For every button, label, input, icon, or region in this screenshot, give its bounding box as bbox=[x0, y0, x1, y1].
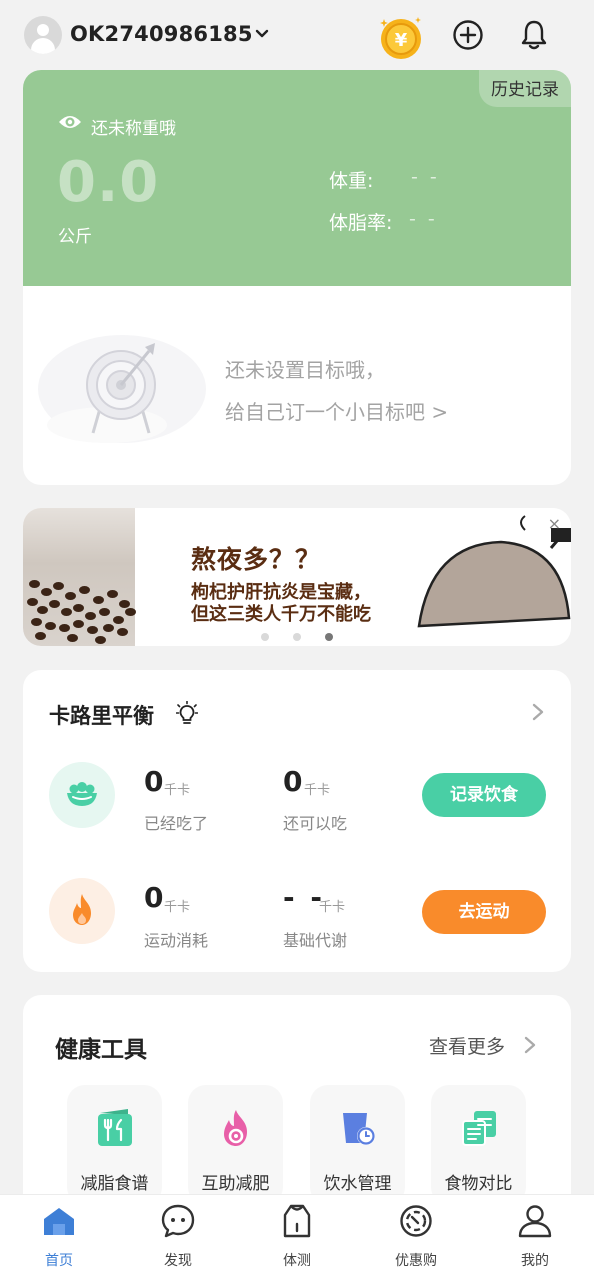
bell-icon[interactable] bbox=[518, 18, 550, 52]
discount-icon bbox=[400, 1205, 432, 1237]
nav-discount-shop[interactable]: 优惠购 bbox=[357, 1195, 475, 1280]
add-icon[interactable] bbox=[452, 19, 484, 51]
food-compare-icon bbox=[462, 1111, 496, 1146]
weight-metric-value: - - bbox=[411, 166, 440, 188]
view-more-link[interactable]: 查看更多 bbox=[429, 1032, 505, 1059]
burned-unit: 千卡 bbox=[164, 900, 191, 915]
recipe-icon bbox=[98, 1109, 132, 1146]
water-cup-icon bbox=[343, 1113, 375, 1145]
health-tools-card: 健康工具 查看更多 减脂食谱 互助减肥 饮水管理 食物对比 bbox=[23, 995, 571, 1225]
nav-label: 优惠购 bbox=[395, 1253, 437, 1269]
remaining-value: 0 bbox=[283, 765, 303, 798]
remaining-label: 还可以吃 bbox=[283, 814, 348, 833]
tool-fat-loss-recipe[interactable]: 减脂食谱 bbox=[67, 1085, 162, 1205]
tools-title: 健康工具 bbox=[55, 1037, 147, 1063]
chevron-right-icon[interactable] bbox=[531, 702, 545, 722]
avatar[interactable] bbox=[24, 16, 62, 54]
weight-label: 体重: bbox=[329, 170, 374, 192]
eaten-unit: 千卡 bbox=[164, 783, 191, 798]
nav-label: 我的 bbox=[521, 1253, 549, 1269]
lightbulb-icon[interactable] bbox=[176, 701, 198, 725]
salad-icon bbox=[67, 782, 97, 806]
banner-dot-3[interactable] bbox=[325, 633, 333, 641]
nav-label: 发现 bbox=[164, 1253, 192, 1269]
account-id[interactable]: OK2740986185 bbox=[70, 22, 253, 46]
chat-bubble-icon bbox=[161, 1204, 195, 1238]
banner-headline: 熬夜多？？ bbox=[191, 545, 322, 574]
weight-unit: 公斤 bbox=[58, 227, 92, 247]
burned-label: 运动消耗 bbox=[144, 931, 209, 950]
record-diet-button[interactable]: 记录饮食 bbox=[422, 773, 546, 817]
go-exercise-button[interactable]: 去运动 bbox=[422, 890, 546, 934]
calorie-title: 卡路里平衡 bbox=[49, 704, 154, 728]
flame-icon bbox=[73, 894, 91, 925]
home-icon bbox=[44, 1208, 74, 1235]
avatar-head bbox=[37, 24, 49, 36]
tool-food-compare[interactable]: 食物对比 bbox=[431, 1085, 526, 1205]
tool-label: 饮水管理 bbox=[323, 1174, 392, 1194]
weight-value: 0.0 bbox=[57, 150, 160, 215]
body-fat-label: 体脂率: bbox=[329, 212, 393, 234]
nav-label: 体测 bbox=[283, 1253, 311, 1269]
eaten-value: 0 bbox=[144, 765, 164, 798]
nav-profile[interactable]: 我的 bbox=[476, 1195, 594, 1280]
banner-line-2: 但这三类人千万不能吃 bbox=[191, 604, 371, 625]
tool-mutual-weight-loss[interactable]: 互助减肥 bbox=[188, 1085, 283, 1205]
bmr-unit: 千卡 bbox=[319, 900, 346, 915]
weigh-status: 还未称重哦 bbox=[91, 119, 176, 139]
goal-prompt: 还未设置目标哦， bbox=[225, 358, 385, 382]
weight-card: 历史记录 还未称重哦 0.0 公斤 体重: - - 体脂率: - - 还未设置目… bbox=[23, 70, 571, 485]
salad-icon-bg bbox=[49, 762, 115, 828]
weight-summary: 历史记录 还未称重哦 0.0 公斤 体重: - - 体脂率: - - bbox=[23, 70, 571, 286]
avatar-body bbox=[31, 38, 55, 54]
nav-body-test[interactable]: 体测 bbox=[238, 1195, 356, 1280]
banner-close-button[interactable]: × bbox=[548, 514, 561, 533]
nav-home[interactable]: 首页 bbox=[0, 1195, 118, 1280]
calorie-card: 卡路里平衡 0 千卡 已经吃了 0 千卡 还可以吃 记录饮食 0 千卡 运动消耗… bbox=[23, 670, 571, 972]
body-fat-value: - - bbox=[409, 208, 438, 230]
history-button[interactable]: 历史记录 bbox=[479, 70, 571, 107]
flame-pink-icon bbox=[224, 1110, 247, 1146]
nav-label: 首页 bbox=[45, 1253, 73, 1269]
promo-banner[interactable]: 熬夜多？？ 枸杞护肝抗炎是宝藏， 但这三类人千万不能吃 × bbox=[23, 508, 571, 646]
tool-label: 减脂食谱 bbox=[80, 1174, 149, 1194]
bmr-label: 基础代谢 bbox=[283, 931, 348, 950]
flame-icon-bg bbox=[49, 878, 115, 944]
svg-text:¥: ¥ bbox=[395, 30, 408, 51]
body-test-icon bbox=[283, 1204, 311, 1238]
banner-dot-2[interactable] bbox=[293, 633, 301, 641]
eye-icon bbox=[59, 116, 81, 128]
tool-label: 互助减肥 bbox=[201, 1174, 270, 1194]
coffee-beans-photo bbox=[23, 508, 136, 646]
coin-icon[interactable]: ¥ bbox=[378, 14, 424, 60]
tool-water-management[interactable]: 饮水管理 bbox=[310, 1085, 405, 1205]
nav-discover[interactable]: 发现 bbox=[119, 1195, 237, 1280]
banner-dot-1[interactable] bbox=[261, 633, 269, 641]
eaten-label: 已经吃了 bbox=[144, 814, 209, 833]
set-goal-link[interactable]: 给自己订一个小目标吧 > bbox=[225, 396, 448, 425]
profile-icon bbox=[518, 1205, 552, 1238]
tool-label: 食物对比 bbox=[444, 1174, 513, 1194]
chevron-right-icon[interactable] bbox=[523, 1035, 537, 1055]
remaining-unit: 千卡 bbox=[304, 783, 331, 798]
bottom-nav: 首页 发现 体测 优惠购 我的 bbox=[0, 1194, 594, 1280]
target-illustration bbox=[38, 335, 206, 443]
burned-value: 0 bbox=[144, 881, 164, 914]
chevron-down-icon[interactable] bbox=[254, 26, 270, 42]
